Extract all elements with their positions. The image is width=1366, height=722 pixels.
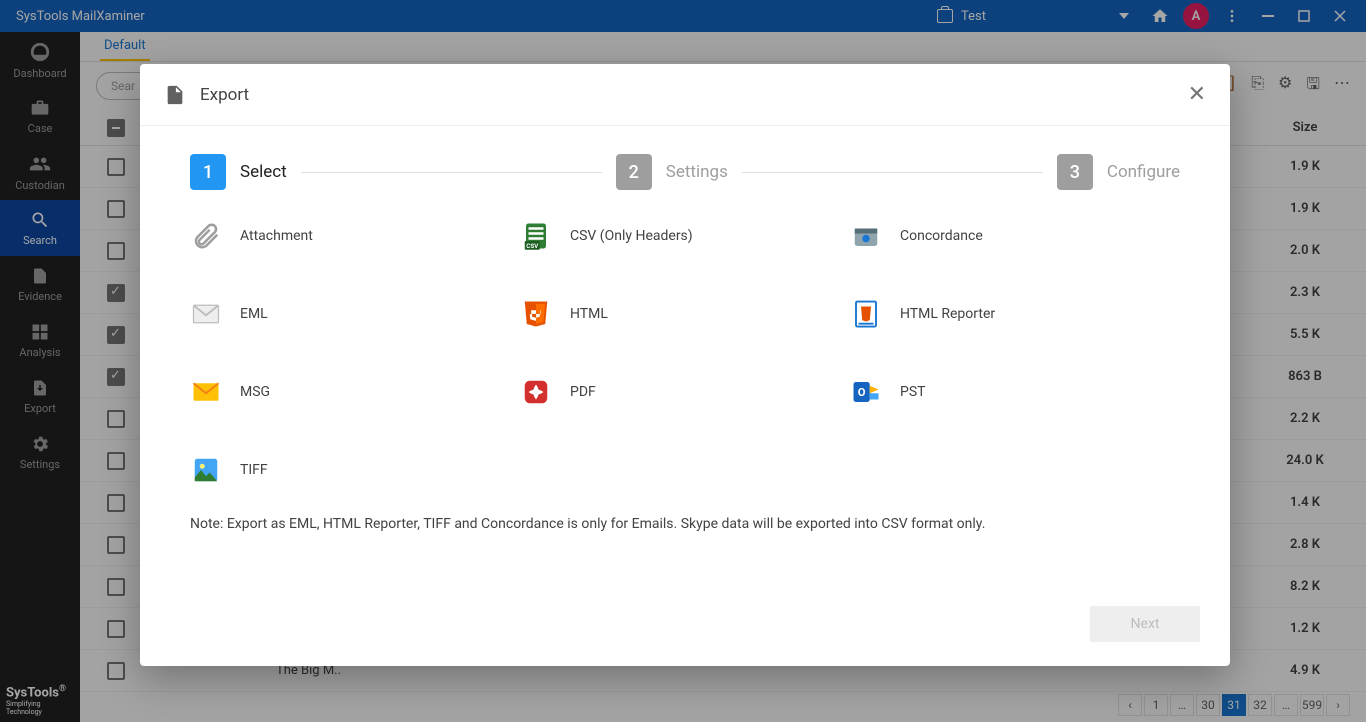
modal-header: Export ✕ xyxy=(140,64,1230,126)
export-option-attachment[interactable]: Attachment xyxy=(190,220,520,252)
option-label: CSV (Only Headers) xyxy=(570,228,693,244)
option-label: Concordance xyxy=(900,228,983,244)
export-option-eml[interactable]: EML xyxy=(190,298,520,330)
option-label: Attachment xyxy=(240,228,313,244)
html-icon xyxy=(520,298,552,330)
close-icon[interactable]: ✕ xyxy=(1188,82,1206,107)
export-modal: Export ✕ 1 Select 2 Settings 3 Configure Atta… xyxy=(140,64,1230,666)
msg-icon xyxy=(190,376,222,408)
concordance-icon xyxy=(850,220,882,252)
option-label: MSG xyxy=(240,384,270,400)
step-badge: 1 xyxy=(190,154,226,190)
export-note: Note: Export as EML, HTML Reporter, TIFF… xyxy=(140,506,1230,542)
option-label: EML xyxy=(240,306,268,322)
step-label: Configure xyxy=(1107,162,1180,182)
export-option-pdf[interactable]: PDF xyxy=(520,376,850,408)
pdf-icon xyxy=(520,376,552,408)
export-option-html[interactable]: HTML xyxy=(520,298,850,330)
export-option-msg[interactable]: MSG xyxy=(190,376,520,408)
svg-text:O: O xyxy=(858,386,866,399)
export-options: Attachment CSV CSV (Only Headers) Concordan… xyxy=(140,200,1230,506)
export-option-pst[interactable]: O PST xyxy=(850,376,1180,408)
eml-icon xyxy=(190,298,222,330)
option-label: PDF xyxy=(570,384,596,400)
modal-title: Export xyxy=(200,85,249,105)
file-icon xyxy=(164,84,186,106)
attachment-icon xyxy=(190,220,222,252)
export-option-tiff[interactable]: TIFF xyxy=(190,454,520,486)
pst-icon: O xyxy=(850,376,882,408)
step-label: Settings xyxy=(666,162,728,182)
option-label: TIFF xyxy=(240,462,268,478)
stepper: 1 Select 2 Settings 3 Configure xyxy=(140,126,1230,200)
csv-icon: CSV xyxy=(520,220,552,252)
option-label: HTML Reporter xyxy=(900,306,995,322)
export-option-html_reporter[interactable]: HTML Reporter xyxy=(850,298,1180,330)
option-label: PST xyxy=(900,384,926,400)
step-badge: 2 xyxy=(616,154,652,190)
step-badge: 3 xyxy=(1057,154,1093,190)
step-label: Select xyxy=(240,162,287,182)
svg-text:CSV: CSV xyxy=(526,242,539,250)
export-option-concordance[interactable]: Concordance xyxy=(850,220,1180,252)
export-option-csv[interactable]: CSV CSV (Only Headers) xyxy=(520,220,850,252)
next-button[interactable]: Next xyxy=(1090,606,1200,642)
html_reporter-icon xyxy=(850,298,882,330)
option-label: HTML xyxy=(570,306,608,322)
tiff-icon xyxy=(190,454,222,486)
